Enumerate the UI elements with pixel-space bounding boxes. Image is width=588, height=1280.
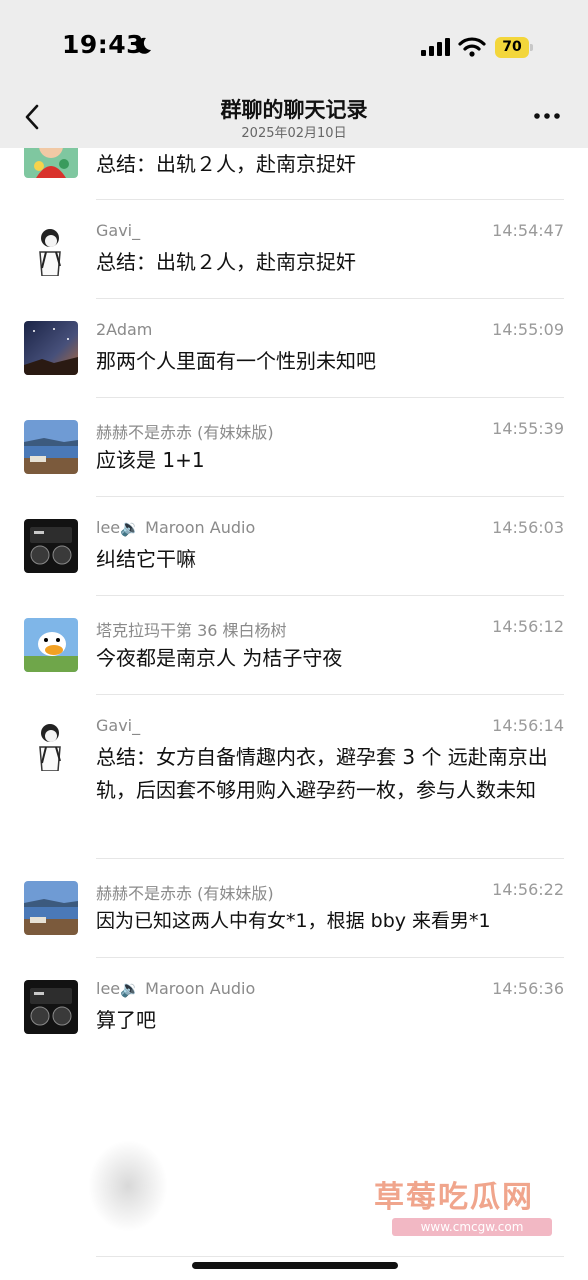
night-sky-avatar[interactable] [24, 321, 78, 375]
watermark-logo: 草莓吃瓜网 [374, 1180, 534, 1215]
message-text: 纠结它干嘛 [96, 547, 196, 571]
message-time: 14:56:14 [492, 716, 564, 735]
status-time: 19:43 [62, 30, 145, 59]
lake-avatar[interactable] [24, 881, 78, 935]
message-text: 今夜都是南京人 为桔子守夜 [96, 646, 343, 670]
message-text: 应该是 1+1 [96, 448, 205, 472]
message-text: 总结：出轨２人，赴南京捉奸 [96, 152, 356, 176]
message-time: 14:56:22 [492, 880, 564, 899]
message-item[interactable]: 赫赫不是赤赤 (有妹妹版) 14:55:39 应该是 1+1 [0, 398, 588, 497]
page-title: 群聊的聊天记录 [220, 98, 368, 122]
message-time: 14:56:36 [492, 979, 564, 998]
message-item[interactable]: lee🔉 Maroon Audio 14:56:03 纠结它干嘛 [0, 497, 588, 596]
sender-name: 塔克拉玛干第 36 棵白杨树 [96, 621, 287, 640]
message-text: 那两个人里面有一个性别未知吧 [96, 349, 376, 373]
signal-icon [421, 38, 450, 56]
sketch-avatar[interactable] [24, 717, 78, 771]
audio-avatar[interactable] [24, 980, 78, 1034]
message-item[interactable]: 塔克拉玛干第 36 棵白杨树 14:56:12 今夜都是南京人 为桔子守夜 [0, 596, 588, 695]
sender-name: 2Adam [96, 320, 153, 339]
battery-cap [530, 44, 533, 51]
home-indicator[interactable] [192, 1262, 398, 1269]
sender-name: lee🔉 Maroon Audio [96, 979, 256, 998]
audio-avatar[interactable] [24, 519, 78, 573]
message-text: 总结：出轨２人，赴南京捉奸 [96, 250, 356, 274]
sender-name: Gavi_ [96, 221, 141, 240]
message-time: 14:54:47 [492, 221, 564, 240]
battery-level: 70 [495, 37, 529, 58]
message-item[interactable]: Gavi_ 14:54:47 总结：出轨２人，赴南京捉奸 [0, 200, 588, 299]
message-time: 14:55:39 [492, 419, 564, 438]
page-date: 2025年02月10日 [241, 126, 347, 141]
status-bar: 19:43 70 [0, 0, 588, 92]
sender-name: 赫赫不是赤赤 (有妹妹版) [96, 423, 274, 442]
cartoon-avatar[interactable] [24, 148, 78, 178]
sender-name: Gavi_ [96, 716, 141, 735]
message-item[interactable]: 赫赫不是赤赤 (有妹妹版) 14:56:22 因为已知这两人中有女*1，根据 b… [0, 859, 588, 958]
lake-avatar[interactable] [24, 420, 78, 474]
sketch-avatar[interactable] [24, 222, 78, 276]
message-item[interactable]: lee🔉 Maroon Audio 14:56:36 算了吧 [0, 958, 588, 1057]
sender-name: lee🔉 Maroon Audio [96, 518, 256, 537]
wifi-icon [458, 37, 486, 57]
nav-bar: 群聊的聊天记录 2025年02月10日 [0, 92, 588, 148]
message-item[interactable]: 总结：出轨２人，赴南京捉奸 [0, 148, 588, 200]
blurred-content [88, 1140, 168, 1232]
message-item[interactable]: 2Adam 14:55:09 那两个人里面有一个性别未知吧 [0, 299, 588, 398]
message-time: 14:55:09 [492, 320, 564, 339]
moon-icon [136, 37, 151, 54]
message-time: 14:56:03 [492, 518, 564, 537]
more-options-icon[interactable] [533, 112, 561, 120]
divider [96, 1256, 564, 1257]
watermark-url: www.cmcgw.com [392, 1218, 552, 1236]
battery-indicator: 70 [495, 37, 533, 59]
sender-name: 赫赫不是赤赤 (有妹妹版) [96, 884, 274, 903]
message-item[interactable]: Gavi_ 14:56:14 总结：女方自备情趣内衣，避孕套 3 个 远赴南京出… [0, 695, 588, 859]
message-time: 14:56:12 [492, 617, 564, 636]
message-text: 总结：女方自备情趣内衣，避孕套 3 个 远赴南京出轨，后因套不够用购入避孕药一枚… [96, 745, 548, 802]
message-text: 算了吧 [96, 1008, 156, 1032]
message-text: 因为已知这两人中有女*1，根据 bby 来看男*1 [96, 910, 491, 932]
duck-avatar[interactable] [24, 618, 78, 672]
